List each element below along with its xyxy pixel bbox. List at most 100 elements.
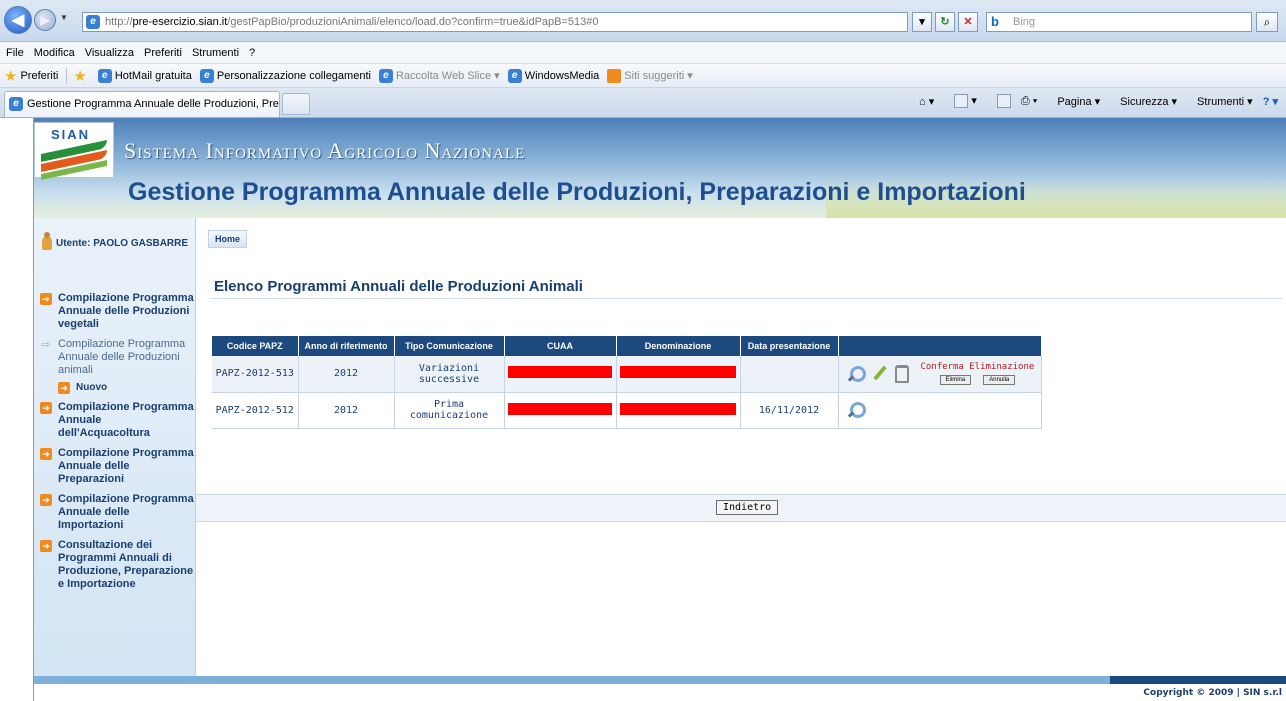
delete-icon[interactable] xyxy=(894,364,909,383)
cell-actions xyxy=(838,392,1042,429)
cancel-delete-button[interactable]: Annulla xyxy=(983,375,1016,386)
fav-windowsmedia[interactable]: e WindowsMedia xyxy=(507,68,600,83)
tab-ie-icon: e xyxy=(9,97,23,111)
delete-confirmation: Conferma Eliminazione Elimina Annulla xyxy=(921,362,1034,386)
print-icon[interactable]: ⎙ ▾ xyxy=(1021,95,1037,108)
tab-bar: e Gestione Programma Annuale delle Produ… xyxy=(0,88,1286,118)
arrow-icon: ➔ xyxy=(58,382,70,394)
cell-anno: 2012 xyxy=(298,356,395,393)
page-title: Elenco Programmi Annuali delle Produzion… xyxy=(214,278,583,295)
sidebar-item-produzioni-vegetali[interactable]: ➔ Compilazione Programma Annuale delle P… xyxy=(40,292,194,331)
cell-codice: PAPZ-2012-513 xyxy=(212,356,299,393)
cmd-pagina[interactable]: Pagina ▾ xyxy=(1047,95,1100,108)
home-icon[interactable]: ⌂ ▾ xyxy=(919,95,934,108)
ie-icon: e xyxy=(378,68,393,83)
tab-title: Gestione Programma Annuale delle Produzi… xyxy=(27,98,280,110)
ie-icon: e xyxy=(507,68,522,83)
url-dropdown-button[interactable]: ▾ xyxy=(912,12,932,32)
breadcrumb-home[interactable]: Home xyxy=(208,230,248,248)
mail-icon[interactable] xyxy=(987,94,1011,109)
ie-page-icon: e xyxy=(86,15,100,29)
col-header-codice: Codice PAPZ xyxy=(212,336,299,356)
fav-siti-suggeriti[interactable]: Siti suggeriti ▾ xyxy=(607,68,693,83)
add-star-icon: ★ xyxy=(73,67,87,85)
view-icon[interactable] xyxy=(847,365,866,383)
menu-preferiti[interactable]: Preferiti xyxy=(144,47,182,59)
fav-label: HotMail gratuita xyxy=(114,69,192,82)
fav-personalizzazione[interactable]: e Personalizzazione collegamenti xyxy=(199,68,371,83)
fav-label: Personalizzazione collegamenti xyxy=(216,69,371,82)
redaction-bar xyxy=(620,402,736,415)
help-icon[interactable]: ? ▾ xyxy=(1263,95,1278,108)
sidebar-item-label: Compilazione Programma Annuale delle Imp… xyxy=(58,493,194,531)
redaction-bar xyxy=(508,402,612,415)
sidebar-item-consultazione[interactable]: ➔ Consultazione dei Programmi Annuali di… xyxy=(40,539,194,591)
menu-strumenti[interactable]: Strumenti xyxy=(192,47,239,59)
fav-label: Siti suggeriti xyxy=(624,69,685,82)
cell-codice: PAPZ-2012-512 xyxy=(212,392,299,429)
arrow-icon: ➔ xyxy=(40,402,52,414)
favorites-bar: ★ Preferiti ★ e HotMail gratuita e Personal… xyxy=(0,64,1286,88)
feeds-icon[interactable]: ▾ xyxy=(944,94,977,109)
redaction-bar xyxy=(620,366,736,379)
fav-label: WindowsMedia xyxy=(524,69,600,82)
sian-logo[interactable]: SIAN xyxy=(34,122,114,181)
cmd-strumenti[interactable]: Strumenti ▾ xyxy=(1187,95,1253,108)
edit-icon[interactable] xyxy=(871,365,889,383)
sidebar-item-nuovo[interactable]: ➔ Nuovo xyxy=(58,382,194,394)
stop-button[interactable]: ✕ xyxy=(958,12,978,32)
add-favorite-button[interactable]: ★ xyxy=(73,67,89,85)
cmd-sicurezza[interactable]: Sicurezza ▾ xyxy=(1110,95,1177,108)
favorites-label: Preferiti xyxy=(20,69,59,82)
col-header-denominazione: Denominazione xyxy=(616,336,741,356)
new-tab-button[interactable] xyxy=(282,93,310,115)
cell-cuaa xyxy=(504,392,617,429)
footer-bar xyxy=(34,676,1286,684)
sidebar-item-label: Compilazione Programma Annuale delle Pro… xyxy=(58,338,186,376)
fav-label: Raccolta Web Slice xyxy=(395,69,492,82)
site-header: SIAN Sistema Informativo Agricolo Nazion… xyxy=(34,118,1286,218)
menu-modifica[interactable]: Modifica xyxy=(34,47,75,59)
sidebar-item-acquacoltura[interactable]: ➔ Compilazione Programma Annuale dell'Ac… xyxy=(40,401,194,440)
confirm-delete-button[interactable]: Elimina xyxy=(939,375,972,386)
url-field[interactable]: e http://pre-esercizio.sian.it/gestPapBi… xyxy=(82,12,908,32)
sidebar-item-preparazioni[interactable]: ➔ Compilazione Programma Annuale delle P… xyxy=(40,447,194,486)
menu-help[interactable]: ? xyxy=(249,47,255,59)
cell-actions: Conferma Eliminazione Elimina Annulla xyxy=(838,356,1042,393)
history-dropdown-icon[interactable]: ▼ xyxy=(60,13,68,22)
sidebar-item-importazioni[interactable]: ➔ Compilazione Programma Annuale delle I… xyxy=(40,493,194,532)
sidebar-item-label: Compilazione Programma Annuale delle Pro… xyxy=(58,292,194,330)
search-button[interactable]: ⌕ xyxy=(1256,12,1278,32)
fav-web-slice[interactable]: e Raccolta Web Slice ▾ xyxy=(378,68,500,83)
view-icon[interactable] xyxy=(847,401,866,419)
site-name: Sistema Informativo Agricolo Nazionale xyxy=(124,138,526,163)
redaction-bar xyxy=(508,366,612,379)
col-header-anno: Anno di riferimento xyxy=(298,336,395,356)
tab-active[interactable]: e Gestione Programma Annuale delle Produ… xyxy=(4,91,280,117)
user-name: Utente: PAOLO GASBARRE xyxy=(56,237,189,249)
cell-denominazione xyxy=(616,392,741,429)
forward-button[interactable]: ▶ xyxy=(34,9,56,31)
sidebar-item-produzioni-animali[interactable]: ⇨ Compilazione Programma Annuale delle P… xyxy=(40,338,194,377)
sidebar: Utente: PAOLO GASBARRE ➔ Compilazione Pr… xyxy=(34,218,196,676)
back-button[interactable]: ◀ xyxy=(4,6,32,34)
refresh-button[interactable]: ↻ xyxy=(935,12,955,32)
arrow-icon: ➔ xyxy=(40,448,52,460)
favorites-button[interactable]: ★ Preferiti xyxy=(4,67,58,85)
url-domain: pre-esercizio.sian.it xyxy=(132,16,228,28)
web-page: SIAN Sistema Informativo Agricolo Nazion… xyxy=(0,118,1286,701)
menu-bar: File Modifica Visualizza Preferiti Strum… xyxy=(0,42,1286,64)
col-header-data: Data presentazione xyxy=(740,336,839,356)
sidebar-item-label: Compilazione Programma Annuale delle Pre… xyxy=(58,447,194,485)
menu-file[interactable]: File xyxy=(6,47,24,59)
url-prefix: http:// xyxy=(105,16,133,28)
cell-anno: 2012 xyxy=(298,392,395,429)
search-input[interactable]: b Bing xyxy=(986,12,1252,32)
fav-hotmail[interactable]: e HotMail gratuita xyxy=(97,68,192,83)
cell-tipo: Variazioni successive xyxy=(394,356,505,393)
cell-data xyxy=(740,356,839,393)
menu-visualizza[interactable]: Visualizza xyxy=(85,47,134,59)
cell-data: 16/11/2012 xyxy=(740,392,839,429)
back-page-button[interactable]: Indietro xyxy=(716,500,779,515)
star-icon: ★ xyxy=(4,67,18,85)
